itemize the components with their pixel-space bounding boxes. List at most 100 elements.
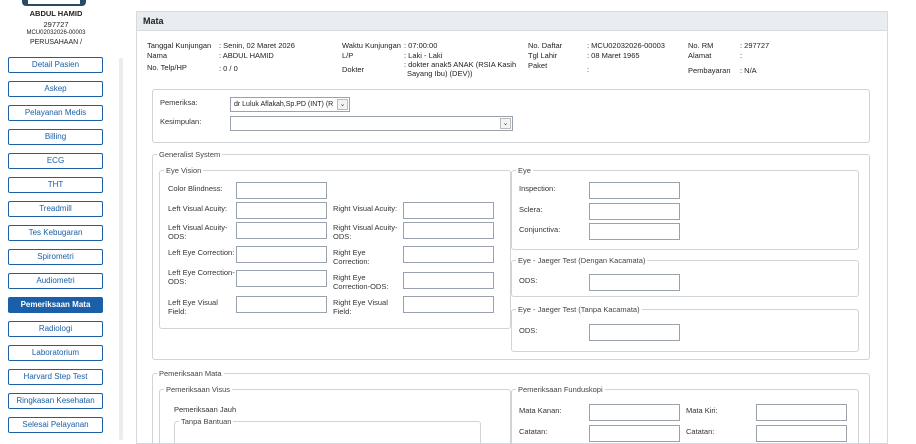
sidebar-item-ringkasan-kesehatan[interactable]: Ringkasan Kesehatan	[8, 393, 103, 409]
sidebar-item-harvard-step-test[interactable]: Harvard Step Test	[8, 369, 103, 385]
jaeger-dengan-ods-label: ODS:	[519, 276, 538, 285]
right-eye-correction-ods-label: Right Eye Correction-ODS:	[333, 273, 389, 291]
dokter-label: Dokter	[342, 65, 365, 74]
right-eye-visual-field-label: Right Eye Visual Field:	[333, 298, 388, 316]
left-eye-visual-field-input[interactable]	[236, 296, 327, 313]
sidebar-item-pelayanan-medis[interactable]: Pelayanan Medis	[8, 105, 103, 121]
pemeriksaan-visus-legend: Pemeriksaan Visus	[166, 385, 231, 394]
eye-legend: Eye	[518, 166, 531, 175]
pemeriksaan-mata-legend: Pemeriksaan Mata	[159, 369, 222, 378]
pemeriksa-select[interactable]: dr Luluk Aflakah,Sp.PD (INT) (R ⌄	[230, 97, 350, 112]
pemeriksa-selected-value: dr Luluk Aflakah,Sp.PD (INT) (R	[234, 101, 334, 108]
right-eye-correction-input[interactable]	[403, 246, 494, 263]
panel-title: Mata	[137, 12, 887, 31]
right-visual-acuity-label: Right Visual Acuity:	[333, 204, 398, 213]
sidebar: ABDUL HAMID 297727 MCU02032026-00003 PER…	[0, 0, 112, 444]
mata-kiri-input[interactable]	[756, 404, 847, 421]
jaeger-tanpa-ods-input[interactable]	[589, 324, 680, 341]
sclera-input[interactable]	[589, 203, 680, 220]
sidebar-item-askep[interactable]: Askep	[8, 81, 103, 97]
paket-label: Paket	[528, 61, 548, 70]
kesimpulan-select[interactable]: ⌄	[230, 116, 513, 131]
tanpa-bantuan-legend: Tanpa Bantuan	[181, 417, 232, 426]
sclera-label: Sclera:	[519, 205, 543, 214]
nama-label: Nama	[147, 51, 168, 60]
left-eye-visual-field-label: Left Eye Visual Field:	[168, 298, 218, 316]
right-eye-correction-label: Right Eye Correction:	[333, 248, 370, 266]
right-eye-correction-ods-input[interactable]	[403, 272, 494, 289]
inspection-input[interactable]	[589, 182, 680, 199]
right-eye-visual-field-input[interactable]	[403, 296, 494, 313]
left-eye-correction-ods-input[interactable]	[236, 270, 327, 287]
mata-kanan-input[interactable]	[589, 404, 680, 421]
left-visual-acuity-ods-input[interactable]	[236, 222, 327, 239]
left-visual-acuity-input[interactable]	[236, 202, 327, 219]
jaeger-dengan-ods-input[interactable]	[589, 274, 680, 291]
color-blindness-label: Color Blindness:	[168, 184, 223, 193]
mata-kiri-label: Mata Kiri:	[686, 406, 718, 415]
right-visual-acuity-ods-label: Right Visual Acuity- ODS:	[333, 223, 398, 241]
waktu-label: Waktu Kunjungan	[342, 41, 401, 50]
jaeger-dengan-kacamata-section: Eye - Jaeger Test (Dengan Kacamata)	[511, 256, 859, 297]
sidebar-item-pemeriksaan-mata[interactable]: Pemeriksaan Mata	[8, 297, 103, 313]
waktu-value: : 07:00:00	[404, 41, 438, 50]
kesimpulan-label: Kesimpulan:	[160, 117, 202, 126]
tanggal-value: : Senin, 02 Maret 2026	[219, 41, 295, 50]
patient-name: ABDUL HAMID	[29, 9, 83, 18]
left-eye-correction-ods-label: Left Eye Correction- ODS:	[168, 268, 235, 286]
sidebar-item-selesai-pelayanan[interactable]: Selesai Pelayanan	[8, 417, 103, 433]
lahir-value: : 08 Maret 1965	[587, 51, 640, 60]
sidebar-item-detail-pasien[interactable]: Detail Pasien	[8, 57, 103, 73]
pembayaran-label: Pembayaran	[688, 66, 731, 75]
sidebar-item-radiologi[interactable]: Radiologi	[8, 321, 103, 337]
sidebar-item-tht[interactable]: THT	[8, 177, 103, 193]
sidebar-item-treadmill[interactable]: Treadmill	[8, 201, 103, 217]
sidebar-scrollbar[interactable]	[119, 58, 123, 440]
catatan-kanan-input[interactable]	[589, 425, 680, 442]
dokter-value-line2: Sayang Ibu) (DEV))	[407, 69, 473, 78]
jaeger-tanpa-kacamata-section: Eye - Jaeger Test (Tanpa Kacamata)	[511, 305, 859, 352]
right-visual-acuity-input[interactable]	[403, 202, 494, 219]
pemeriksaan-jauh-label: Pemeriksaan Jauh	[174, 405, 237, 414]
lahir-label: Tgl Lahir	[528, 51, 558, 60]
chevron-down-icon: ⌄	[337, 99, 348, 110]
color-blindness-input[interactable]	[236, 182, 327, 199]
daftar-label: No. Daftar	[528, 41, 563, 50]
patient-id: 297727	[43, 20, 69, 29]
jaeger-tanpa-ods-label: ODS:	[519, 326, 538, 335]
generalist-system-legend: Generalist System	[159, 150, 221, 159]
jaeger-tanpa-kacamata-legend: Eye - Jaeger Test (Tanpa Kacamata)	[518, 305, 640, 314]
sidebar-item-laboratorium[interactable]: Laboratorium	[8, 345, 103, 361]
catatan-kiri-input[interactable]	[756, 425, 847, 442]
alamat-value: :	[740, 51, 743, 60]
sidebar-item-tes-kebugaran[interactable]: Tes Kebugaran	[8, 225, 103, 241]
eye-vision-legend: Eye Vision	[166, 166, 202, 175]
nama-value: : ABDUL HAMID	[219, 51, 274, 60]
telp-value: : 0 / 0	[219, 64, 238, 73]
eye-section: Eye	[511, 166, 859, 250]
left-visual-acuity-ods-label: Left Visual Acuity- ODS:	[168, 223, 228, 241]
lp-label: L/P	[342, 51, 354, 60]
left-visual-acuity-label: Left Visual Acuity:	[168, 204, 228, 213]
left-eye-correction-input[interactable]	[236, 246, 327, 263]
rm-label: No. RM	[688, 41, 714, 50]
conjunctiva-label: Conjunctiva:	[519, 225, 561, 234]
sidebar-item-audiometri[interactable]: Audiometri	[8, 273, 103, 289]
sidebar-item-spirometri[interactable]: Spirometri	[8, 249, 103, 265]
conjunctiva-input[interactable]	[589, 223, 680, 240]
patient-company: PERUSAHAAN /	[29, 39, 83, 46]
pembayaran-value: : N/A	[740, 66, 757, 75]
catatan-kanan-label: Catatan:	[519, 427, 548, 436]
pemeriksa-label: Pemeriksa:	[160, 98, 198, 107]
sidebar-item-ecg[interactable]: ECG	[8, 153, 103, 169]
catatan-kiri-label: Catatan:	[686, 427, 715, 436]
sidebar-item-billing[interactable]: Billing	[8, 129, 103, 145]
alamat-label: Alamat	[688, 51, 712, 60]
right-visual-acuity-ods-input[interactable]	[403, 222, 494, 239]
daftar-value: : MCU02032026-00003	[587, 41, 665, 50]
mata-panel: Mata Tanggal Kunjungan : Senin, 02 Maret…	[136, 11, 888, 444]
mata-kanan-label: Mata Kanan:	[519, 406, 562, 415]
jaeger-dengan-kacamata-legend: Eye - Jaeger Test (Dengan Kacamata)	[518, 256, 646, 265]
inspection-label: Inspection:	[519, 184, 556, 193]
telp-label: No. Telp/HP	[147, 63, 187, 72]
